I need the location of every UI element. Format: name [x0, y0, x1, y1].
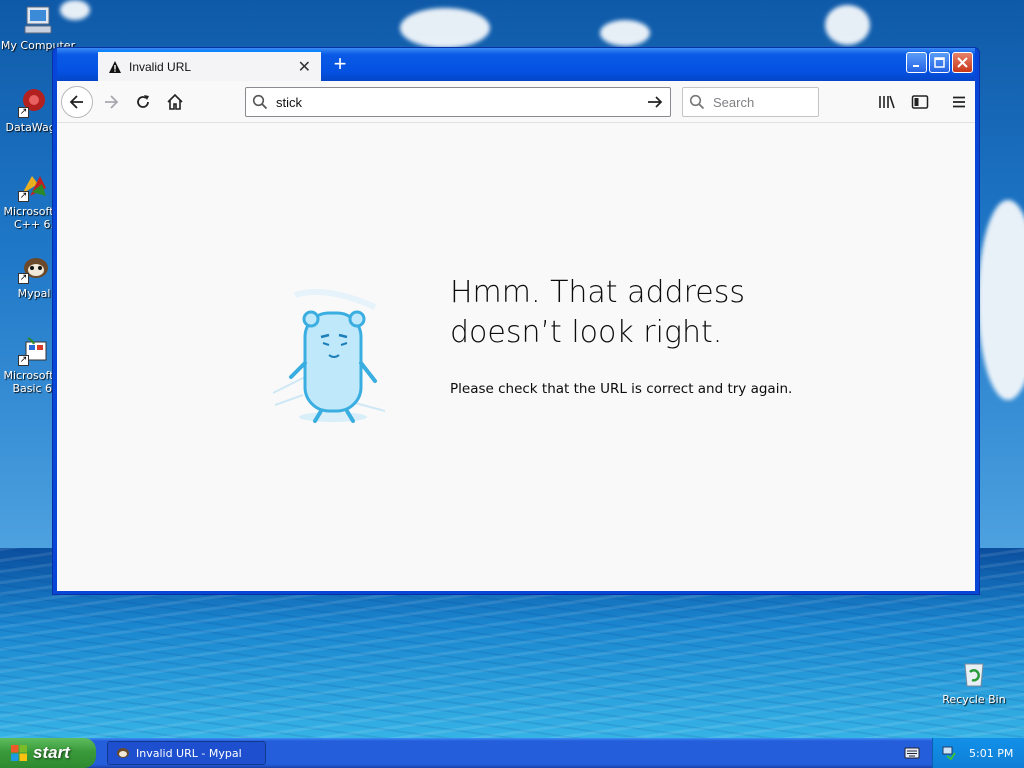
back-button[interactable]: [61, 86, 93, 118]
reload-icon: [137, 95, 149, 108]
start-button[interactable]: start: [0, 738, 96, 768]
error-description: Please check that the URL is correct and…: [450, 381, 793, 397]
reload-button[interactable]: [127, 86, 159, 118]
go-arrow-icon[interactable]: [646, 94, 664, 110]
search-icon: [252, 94, 268, 110]
forward-arrow-icon: [105, 95, 119, 109]
search-icon: [689, 94, 705, 110]
taskbar-item-label: Invalid URL - Mypal: [136, 746, 242, 760]
shortcut-arrow-icon: ↗: [18, 107, 29, 118]
mypal-icon: ↗: [18, 252, 50, 284]
sidebar-button[interactable]: [909, 91, 931, 113]
computer-icon: [22, 4, 54, 36]
window-controls: [906, 52, 973, 73]
home-icon: [167, 93, 183, 110]
error-title: Hmm. That address doesn’t look right.: [450, 273, 850, 353]
nav-toolbar: stick Search: [57, 81, 975, 123]
search-placeholder: Search: [713, 94, 755, 110]
sidebar-icon: [911, 95, 929, 109]
browser-window: Invalid URL ✕ + stick Search Hmm. That a…: [52, 47, 980, 595]
tab-close-icon[interactable]: ✕: [298, 57, 311, 77]
recycle-bin-icon: [958, 658, 990, 690]
desktop-icon-my-computer[interactable]: My Computer: [0, 4, 76, 52]
mypal-icon: [116, 746, 130, 760]
home-button[interactable]: [159, 86, 191, 118]
error-title-line: Hmm. That address: [450, 275, 745, 310]
cloud: [825, 5, 870, 45]
cloud: [600, 20, 650, 46]
tab-title: Invalid URL: [129, 59, 192, 74]
library-button[interactable]: [876, 91, 898, 113]
title-bar: Invalid URL ✕ +: [57, 48, 975, 81]
tab-invalid-url[interactable]: Invalid URL ✕: [98, 50, 321, 81]
taskbar-item-mypal[interactable]: Invalid URL - Mypal: [107, 741, 266, 765]
library-icon: [879, 95, 895, 109]
hamburger-menu-icon: [953, 96, 965, 108]
error-title-line: doesn’t look right.: [450, 315, 723, 350]
cloud: [400, 8, 490, 48]
shortcut-arrow-icon: ↗: [18, 191, 29, 202]
forward-button[interactable]: [95, 86, 127, 118]
clock[interactable]: 5:01 PM: [969, 747, 1013, 760]
page-content: Hmm. That address doesn’t look right. Pl…: [57, 123, 975, 591]
menu-button[interactable]: [948, 91, 970, 113]
search-bar[interactable]: Search: [682, 87, 819, 117]
system-tray: 5:01 PM: [932, 738, 1024, 768]
desktop-icon-label: Recycle Bin: [942, 693, 1006, 706]
url-input[interactable]: stick: [276, 95, 646, 110]
network-icon[interactable]: [941, 744, 957, 763]
datawago-icon: ↗: [18, 86, 50, 118]
back-arrow-icon: [69, 95, 83, 109]
warning-icon: [108, 60, 122, 74]
keyboard-icon[interactable]: [904, 746, 920, 760]
close-window-button[interactable]: [952, 52, 973, 73]
start-label: start: [33, 743, 70, 762]
shortcut-arrow-icon: ↗: [18, 273, 29, 284]
confused-hamster-illustration: [265, 285, 395, 430]
windows-logo-icon: [10, 744, 28, 762]
url-bar[interactable]: stick: [245, 87, 671, 117]
close-icon: [957, 57, 968, 68]
shortcut-arrow-icon: ↗: [18, 355, 29, 366]
maximize-button[interactable]: [929, 52, 950, 73]
desktop-icon-recycle-bin[interactable]: Recycle Bin: [936, 658, 1012, 706]
visual-basic-icon: ↗: [18, 334, 50, 366]
taskbar: start Invalid URL - Mypal 5:01 PM: [0, 738, 1024, 768]
visual-cpp-icon: ↗: [18, 170, 50, 202]
minimize-icon: [912, 64, 919, 67]
maximize-icon: [934, 57, 945, 68]
minimize-button[interactable]: [906, 52, 927, 73]
new-tab-button[interactable]: +: [327, 52, 353, 78]
